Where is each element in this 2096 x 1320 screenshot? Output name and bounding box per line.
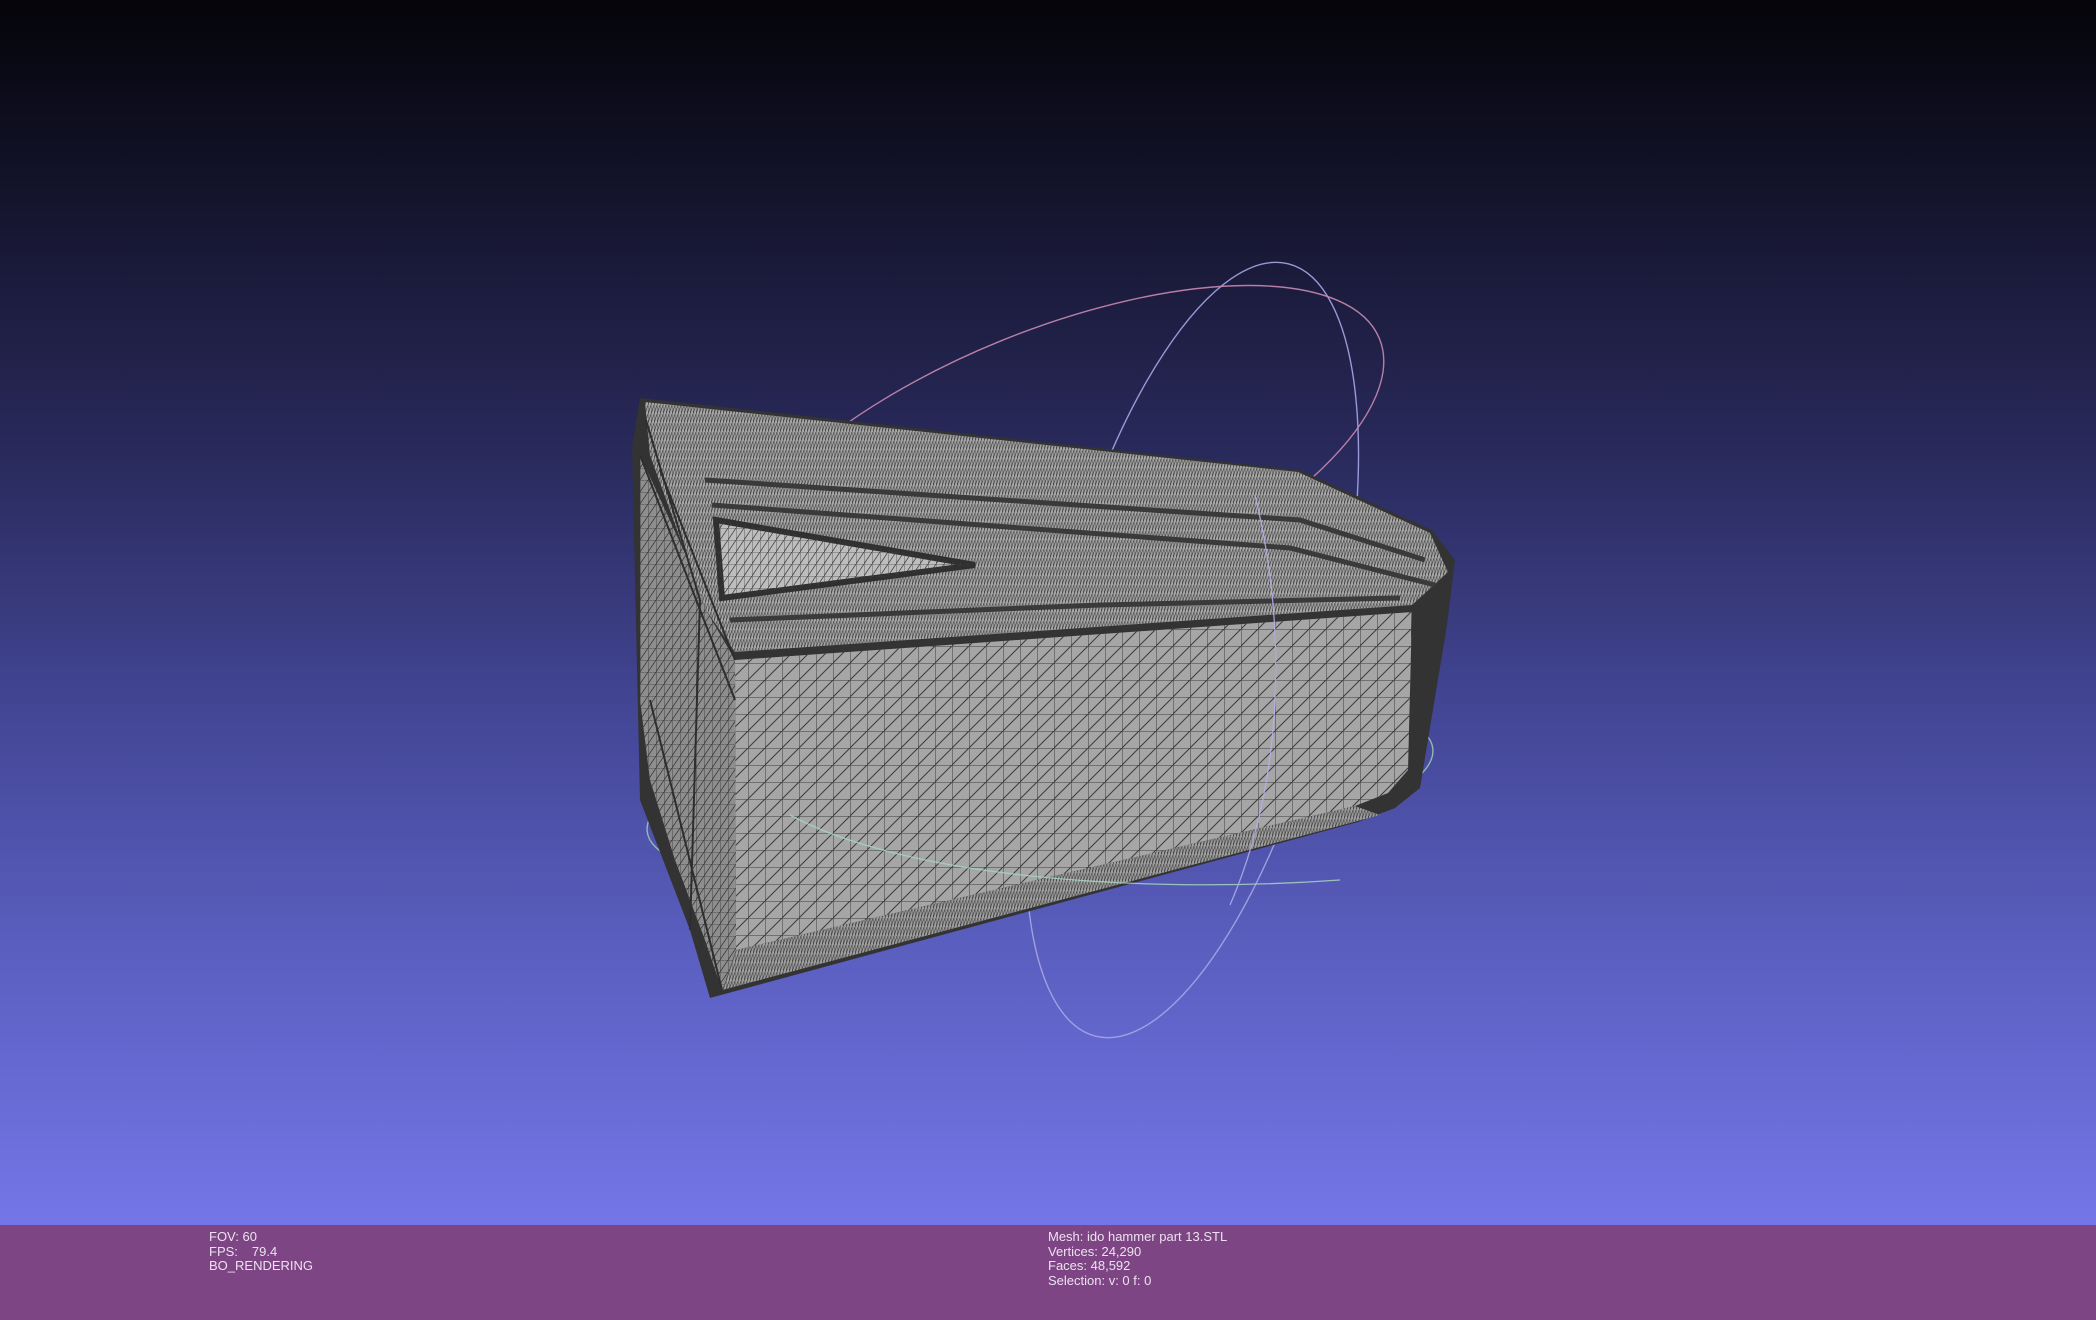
- mesh-info: Mesh: ido hammer part 13.STL Vertices: 2…: [1048, 1229, 1228, 1288]
- faces-text: Faces: 48,592: [1048, 1258, 1131, 1273]
- mesh-model[interactable]: [632, 398, 1455, 998]
- selection-text: Selection: v: 0 f: 0: [1048, 1272, 1152, 1288]
- fps-row: FPS: 79.4: [209, 1243, 313, 1260]
- vertices-text: Vertices: 24,290: [1048, 1243, 1142, 1259]
- rendering-mode-text: BO_RENDERING: [209, 1258, 314, 1273]
- render-info: FOV: 60 FPS: 79.4 BO_RENDERING: [209, 1229, 314, 1274]
- info-bar: FOV: 60 FPS: 79.4 BO_RENDERING Mesh: ido …: [0, 1225, 2096, 1320]
- 3d-viewport[interactable]: [0, 0, 2096, 1225]
- fps-value: 79.4: [251, 1243, 278, 1259]
- fps-label: FPS:: [209, 1243, 238, 1259]
- fov-text: FOV: 60: [209, 1229, 257, 1244]
- mesh-name-text: Mesh: ido hammer part 13.STL: [1048, 1229, 1228, 1244]
- mesh-front-wire: [735, 612, 1412, 950]
- scene-canvas[interactable]: [0, 0, 2096, 1225]
